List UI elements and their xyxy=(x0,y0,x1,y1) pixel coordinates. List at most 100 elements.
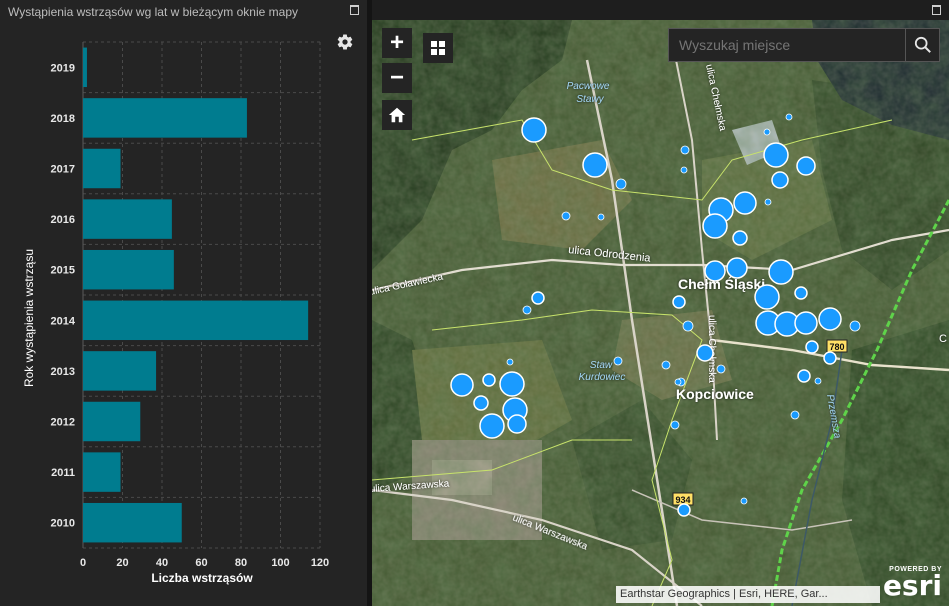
earthquake-marker[interactable] xyxy=(726,257,748,279)
home-button[interactable] xyxy=(382,100,412,130)
minus-icon: − xyxy=(389,64,404,91)
earthquake-marker[interactable] xyxy=(768,259,794,285)
plus-icon: + xyxy=(389,29,404,56)
earthquake-marker[interactable] xyxy=(597,213,605,221)
bar-2014[interactable] xyxy=(83,300,309,341)
earthquake-marker[interactable] xyxy=(561,211,571,221)
x-tick-label: 60 xyxy=(195,557,207,569)
earthquake-marker[interactable] xyxy=(680,166,688,174)
y-tick-label: 2018 xyxy=(51,113,75,125)
earthquake-marker[interactable] xyxy=(674,378,682,386)
earthquake-marker[interactable] xyxy=(661,360,671,370)
earthquake-marker[interactable] xyxy=(499,371,525,397)
earthquake-marker[interactable] xyxy=(771,171,789,189)
label-town: Kopciowice xyxy=(676,386,754,402)
search-icon xyxy=(914,36,931,53)
x-tick-label: 120 xyxy=(311,557,329,569)
map-header xyxy=(372,0,949,20)
earthquake-marker[interactable] xyxy=(677,503,691,517)
zoom-in-button[interactable]: + xyxy=(382,28,412,58)
earthquake-marker[interactable] xyxy=(754,284,780,310)
search-button[interactable] xyxy=(906,28,940,62)
earthquake-marker[interactable] xyxy=(790,410,800,420)
road-shield-780: 780 xyxy=(826,339,848,353)
imagery-texture xyxy=(372,20,949,606)
esri-logo[interactable]: POWERED BY esri xyxy=(880,566,946,604)
earthquake-marker[interactable] xyxy=(704,260,726,282)
earthquake-marker[interactable] xyxy=(473,395,489,411)
earthquake-marker[interactable] xyxy=(670,420,680,430)
earthquake-marker[interactable] xyxy=(680,145,690,155)
label-pond: Stawy xyxy=(576,94,604,105)
earthquake-marker[interactable] xyxy=(672,295,686,309)
bar-2019[interactable] xyxy=(83,47,87,88)
grid-icon xyxy=(431,41,445,55)
earthquake-marker[interactable] xyxy=(814,377,822,385)
bar-2018[interactable] xyxy=(83,98,247,138)
y-tick-label: 2019 xyxy=(51,62,75,74)
label-pond: Kurdowiec xyxy=(579,372,626,383)
earthquake-marker[interactable] xyxy=(716,364,726,374)
earthquake-marker[interactable] xyxy=(479,413,505,439)
earthquake-marker[interactable] xyxy=(582,152,608,178)
map-maximize-icon[interactable] xyxy=(932,5,941,15)
earthquake-marker[interactable] xyxy=(613,356,623,366)
bar-2010[interactable] xyxy=(83,502,182,543)
earthquake-marker[interactable] xyxy=(682,320,694,332)
x-tick-label: 100 xyxy=(271,557,289,569)
zoom-out-button[interactable]: − xyxy=(382,63,412,93)
earthquake-marker[interactable] xyxy=(796,156,816,176)
y-tick-label: 2011 xyxy=(51,467,75,479)
earthquake-marker[interactable] xyxy=(823,351,837,365)
y-tick-label: 2014 xyxy=(51,315,76,327)
earthquake-marker[interactable] xyxy=(482,373,496,387)
earthquake-marker[interactable] xyxy=(732,230,748,246)
bar-2011[interactable] xyxy=(83,452,121,492)
earthquake-marker[interactable] xyxy=(507,414,527,434)
earthquake-marker[interactable] xyxy=(785,113,793,121)
label-pond: Pacwowe xyxy=(567,81,610,92)
y-tick-label: 2017 xyxy=(51,164,75,176)
earthquake-marker[interactable] xyxy=(521,117,547,143)
bar-2012[interactable] xyxy=(83,401,141,442)
earthquake-marker[interactable] xyxy=(797,369,811,383)
y-axis-title: Rok wystąpienia wstrząsu xyxy=(22,249,36,387)
earthquake-marker[interactable] xyxy=(450,373,474,397)
earthquake-marker[interactable] xyxy=(794,311,818,335)
label-edge: C xyxy=(939,333,947,345)
basemap-gallery-button[interactable] xyxy=(423,33,453,63)
earthquake-marker[interactable] xyxy=(740,497,748,505)
earthquake-marker[interactable] xyxy=(763,128,771,136)
bar-2017[interactable] xyxy=(83,148,121,189)
earthquake-marker[interactable] xyxy=(733,191,757,215)
earthquake-marker[interactable] xyxy=(531,291,545,305)
road-shield-934: 934 xyxy=(672,492,694,506)
bar-2015[interactable] xyxy=(83,249,174,290)
svg-text:780: 780 xyxy=(829,342,844,352)
map-view[interactable]: 780 934 Pacwowe Stawy Staw Kurdowiec uli… xyxy=(372,20,949,606)
y-tick-label: 2012 xyxy=(51,417,75,429)
x-axis-title: Liczba wstrząsów xyxy=(151,571,253,585)
home-icon xyxy=(388,107,406,123)
earthquake-marker[interactable] xyxy=(763,142,789,168)
earthquake-marker[interactable] xyxy=(522,305,532,315)
earthquake-marker[interactable] xyxy=(764,198,772,206)
earthquake-marker[interactable] xyxy=(696,344,714,362)
map-attribution[interactable]: Earthstar Geographics | Esri, HERE, Gar.… xyxy=(616,586,880,603)
x-tick-label: 80 xyxy=(235,557,247,569)
earthquake-marker[interactable] xyxy=(805,340,819,354)
x-tick-label: 40 xyxy=(156,557,168,569)
earthquake-marker[interactable] xyxy=(702,213,728,239)
bar-2016[interactable] xyxy=(83,199,172,239)
search-input[interactable] xyxy=(668,28,906,62)
esri-wordmark: esri xyxy=(882,569,942,602)
bar-chart: 0 20 40 60 80 100 120 2019 2018 2017 2016 2015 2014 2… xyxy=(22,41,329,585)
x-tick-label: 0 xyxy=(80,557,86,569)
earthquake-marker[interactable] xyxy=(818,307,842,331)
bar-2013[interactable] xyxy=(83,351,157,391)
y-tick-label: 2010 xyxy=(51,518,75,530)
earthquake-marker[interactable] xyxy=(615,178,627,190)
earthquake-marker[interactable] xyxy=(506,358,514,366)
earthquake-marker[interactable] xyxy=(849,320,861,332)
earthquake-marker[interactable] xyxy=(794,286,808,300)
